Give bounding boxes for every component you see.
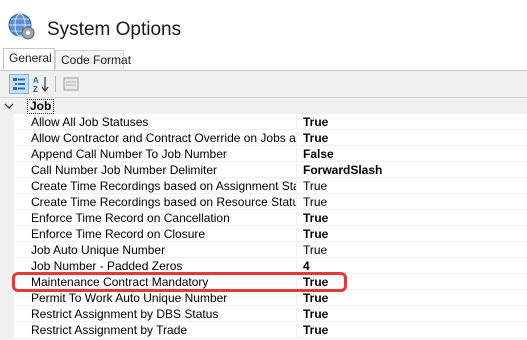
property-row[interactable]: Allow Contractor and Contract Override o… [0,131,527,147]
property-row[interactable]: Create Time Recordings based on Resource… [0,195,527,211]
property-value[interactable]: True [297,227,527,242]
property-name: Call Number Job Number Delimiter [14,163,297,178]
property-name: Create Time Recordings based on Assignme… [14,179,297,194]
property-row[interactable]: Restrict Assignment by Trade True [0,323,527,339]
property-grid-toolbar: A Z [0,71,527,98]
svg-text:A: A [33,76,39,85]
categorized-view-icon [13,78,25,90]
property-value[interactable]: False [297,147,527,162]
svg-text:Z: Z [33,85,38,94]
tab-strip: Code Format General [0,48,527,70]
property-row[interactable]: Permit To Work Auto Unique Number True [0,291,527,307]
property-name: Enforce Time Record on Closure [14,227,297,242]
categorized-view-button[interactable] [9,74,29,94]
property-row[interactable]: Job Auto Unique Number True [0,243,527,259]
property-row[interactable]: Create Time Recordings based on Assignme… [0,179,527,195]
category-row[interactable]: Job [0,98,527,114]
property-value[interactable]: True [297,179,527,194]
property-value[interactable]: True [297,243,527,258]
property-row[interactable]: Append Call Number To Job Number False [0,147,527,163]
chevron-down-icon[interactable] [3,99,15,113]
property-name: Append Call Number To Job Number [14,147,297,162]
alphabetical-sort-button[interactable]: A Z [31,74,51,94]
property-row[interactable]: Call Number Job Number Delimiter Forward… [0,163,527,179]
property-pages-button[interactable] [61,74,81,94]
property-row[interactable]: Allow All Job Statuses True [0,115,527,131]
property-row[interactable]: Enforce Time Record on Cancellation True [0,211,527,227]
property-value[interactable]: True [297,307,527,322]
property-name: Allow All Job Statuses [14,115,297,130]
property-row[interactable]: Restrict Assignment by DBS Status True [0,307,527,323]
property-name: Restrict Assignment by DBS Status [14,307,297,322]
property-value[interactable]: True [297,115,527,130]
alphabetical-sort-icon: A Z [33,76,49,94]
property-value[interactable]: True [297,291,527,306]
toolbar-separator [55,76,56,92]
globe-settings-icon [8,13,35,40]
property-name: Restrict Assignment by Trade [14,323,297,338]
property-row[interactable]: Enforce Time Record on Closure True [0,227,527,243]
property-value[interactable]: True [297,195,527,210]
property-value[interactable]: True [297,211,527,226]
property-value[interactable]: True [297,131,527,146]
property-grid: Job Allow All Job Statuses True Allow Co… [0,98,527,339]
property-name: Job Auto Unique Number [14,243,297,258]
highlight-annotation [12,272,347,292]
property-name: Enforce Time Record on Cancellation [14,211,297,226]
category-label: Job [27,99,55,114]
property-pages-icon [63,77,79,91]
tab-code-format[interactable]: Code Format [55,50,131,69]
property-name: Create Time Recordings based on Resource… [14,195,297,210]
property-value[interactable]: True [297,323,527,338]
window-header: System Options [0,0,527,50]
property-name: Permit To Work Auto Unique Number [14,291,297,306]
tab-general[interactable]: General [3,48,55,70]
property-name: Allow Contractor and Contract Override o… [14,131,297,146]
property-value[interactable]: ForwardSlash [297,163,527,178]
page-title: System Options [47,19,182,40]
